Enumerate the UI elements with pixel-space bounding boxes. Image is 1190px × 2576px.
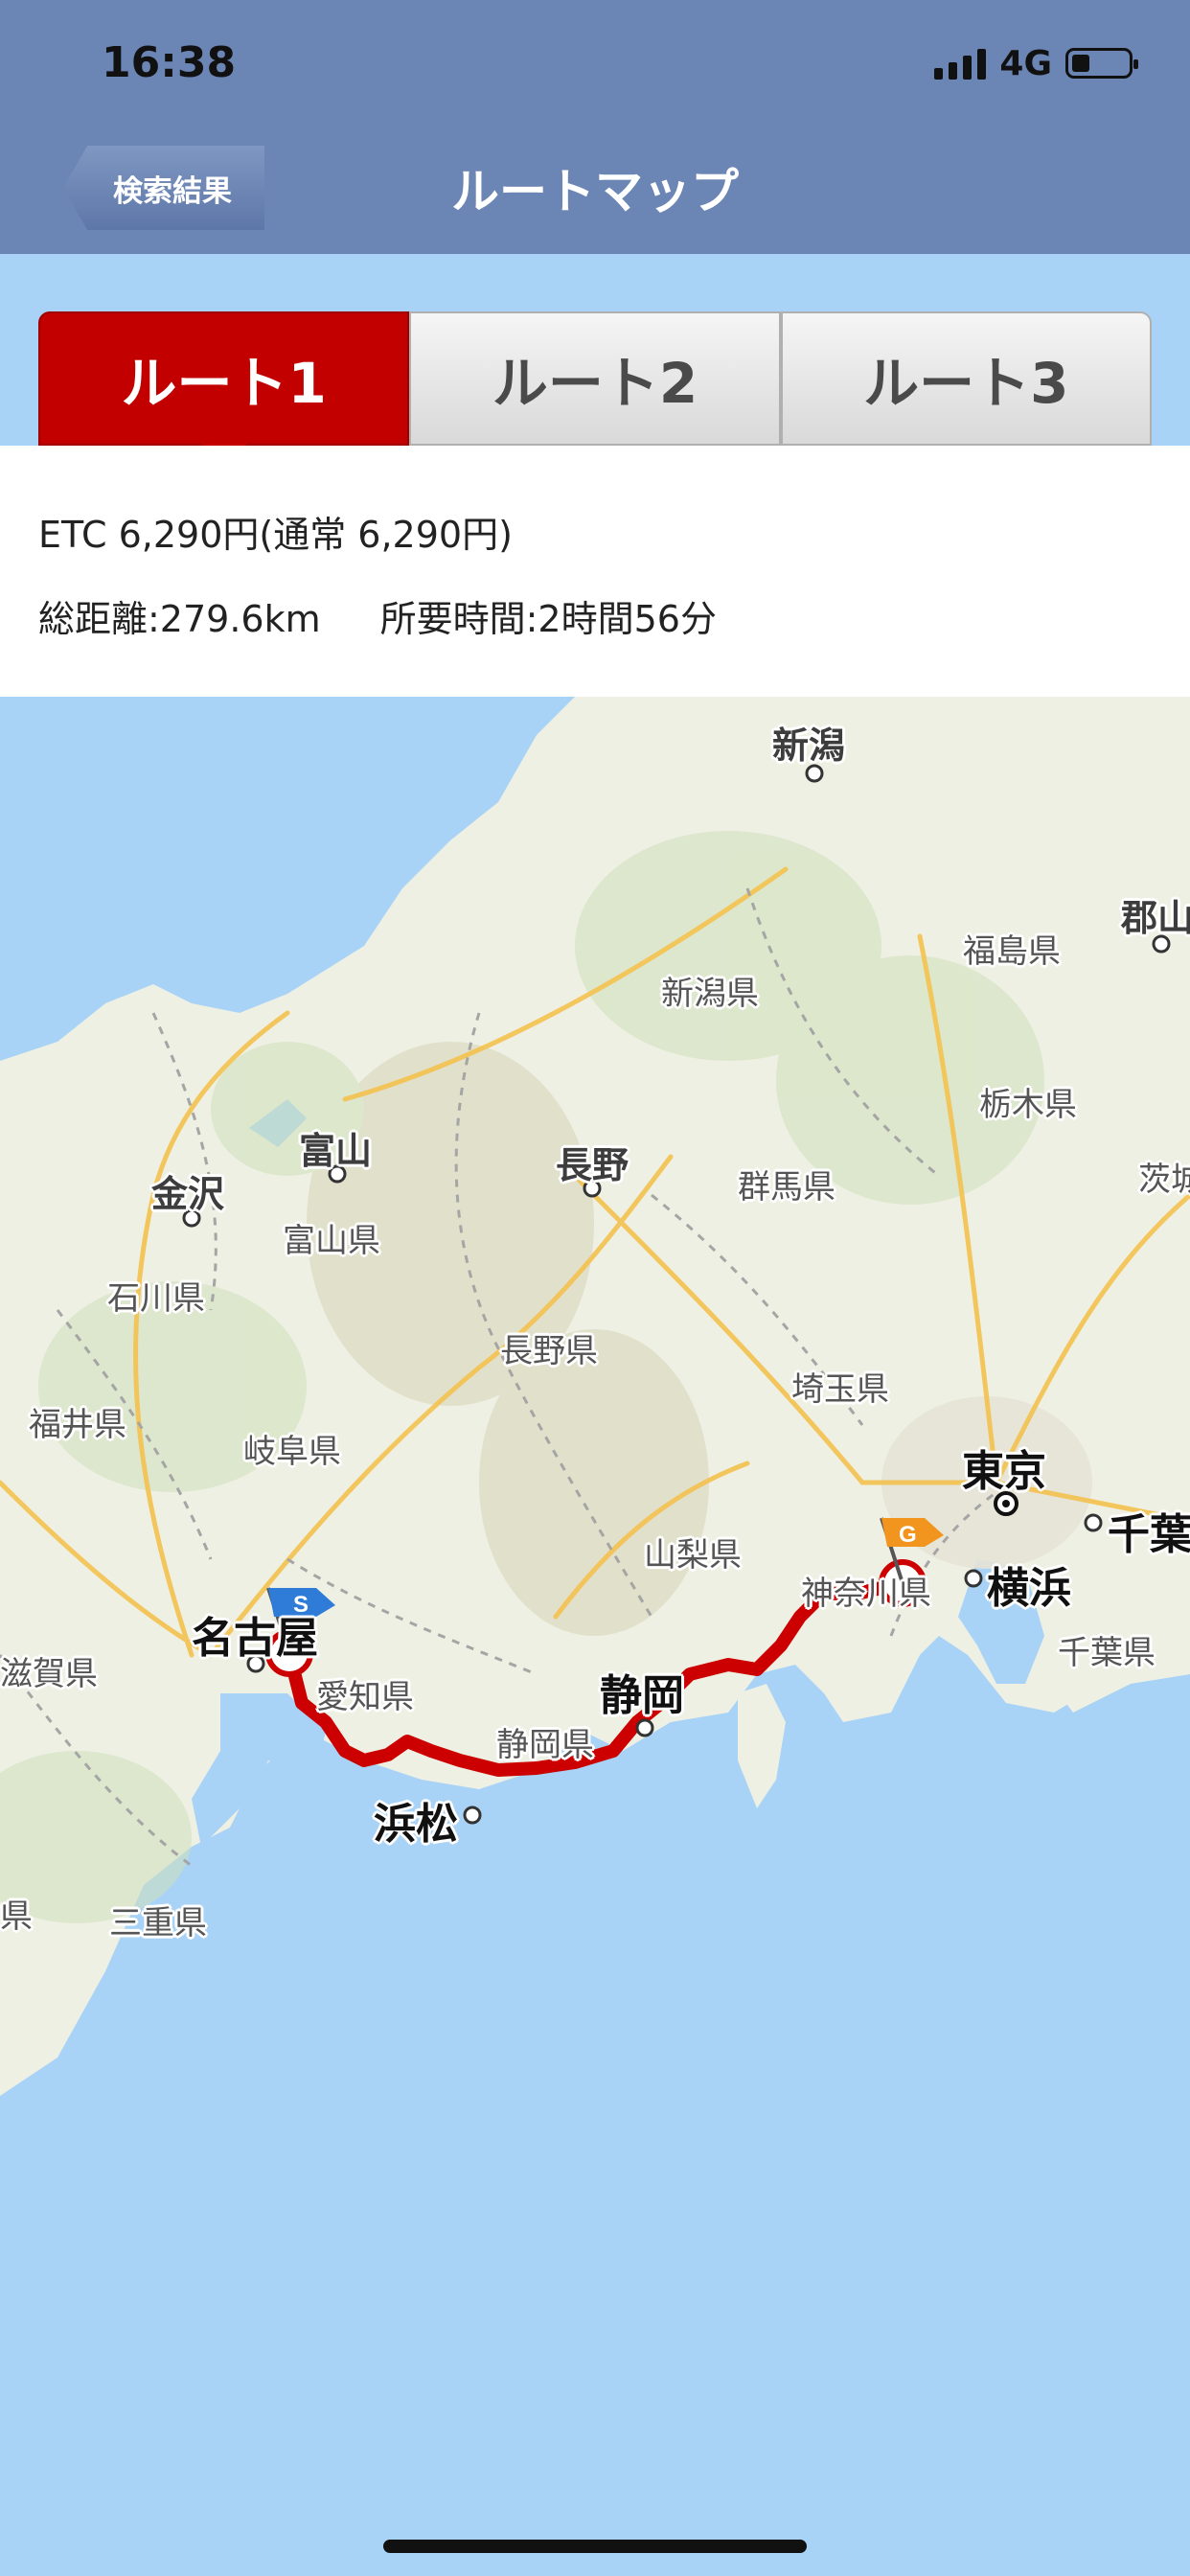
page-title: ルートマップ <box>451 164 739 219</box>
map-label-shiga-ken: 滋賀県 <box>0 1655 98 1693</box>
map-label-shizuoka-ken: 静岡県 <box>496 1726 594 1764</box>
map-label-fukui-ken: 福井県 <box>29 1406 126 1444</box>
status-indicators: 4G <box>934 42 1138 84</box>
map-label-shizuoka: 静岡 <box>600 1671 684 1720</box>
map-label-toyama: 富山 <box>299 1130 373 1172</box>
route-map[interactable]: S G 新潟 郡山 福島県 新潟県 栃木県 富山 長野 群馬県 茨城 金沢 富山… <box>0 697 1190 2576</box>
map-label-nagano: 長野 <box>556 1144 629 1186</box>
map-label-hamamatsu: 浜松 <box>374 1800 458 1849</box>
route-tabs: ルート1 ルート2 ルート3 <box>38 311 1152 446</box>
network-type: 4G <box>999 43 1052 83</box>
map-label-toyama-ken: 富山県 <box>283 1222 380 1260</box>
map-label-ken-left: 県 <box>0 1898 33 1936</box>
map-label-niigata-ken: 新潟県 <box>661 975 759 1013</box>
tab-route-3[interactable]: ルート3 <box>780 311 1152 446</box>
duration-text: 所要時間:2時間56分 <box>379 598 717 640</box>
map-label-nagano-ken: 長野県 <box>500 1332 598 1370</box>
map-label-chiba: 千葉 <box>1108 1510 1190 1559</box>
route-summary: ETC 6,290円(通常 6,290円) 総距離:279.6km 所要時間:2時… <box>0 446 1190 697</box>
map-label-nagoya: 名古屋 <box>192 1614 318 1663</box>
map-label-aichi-ken: 愛知県 <box>316 1678 414 1716</box>
status-time: 16:38 <box>102 38 237 87</box>
distance-duration: 総距離:279.6km 所要時間:2時間56分 <box>38 589 717 642</box>
map-label-mie-ken: 三重県 <box>109 1904 207 1943</box>
navigation-bar: 16:38 4G 検索結果 ルートマップ <box>0 0 1190 254</box>
tab-route-1[interactable]: ルート1 <box>38 311 410 446</box>
map-label-chiba-ken: 千葉県 <box>1058 1634 1156 1672</box>
home-indicator[interactable] <box>383 2540 807 2553</box>
goal-marker-label: G <box>899 1522 917 1548</box>
map-label-tokyo: 東京 <box>962 1447 1046 1496</box>
map-label-ibaraki: 茨城 <box>1138 1161 1190 1199</box>
map-label-yamanashi-ken: 山梨県 <box>644 1536 742 1575</box>
fare-text: ETC 6,290円(通常 6,290円) <box>38 514 513 556</box>
map-label-koriyama: 郡山 <box>1121 897 1190 939</box>
map-label-kanazawa: 金沢 <box>151 1173 225 1215</box>
map-label-gifu-ken: 岐阜県 <box>243 1433 341 1471</box>
map-label-yokohama: 横浜 <box>987 1564 1071 1613</box>
map-label-niigata: 新潟 <box>772 724 846 767</box>
map-label-ishikawa-ken: 石川県 <box>107 1279 205 1318</box>
distance-text: 総距離:279.6km <box>38 598 321 640</box>
signal-icon <box>934 47 987 80</box>
map-canvas: S G <box>0 697 1190 2096</box>
route-tabs-area: ルート1 ルート2 ルート3 <box>0 254 1190 446</box>
map-label-gunma-ken: 群馬県 <box>738 1168 835 1207</box>
map-label-fukushima-ken: 福島県 <box>963 932 1061 971</box>
tab-route-2[interactable]: ルート2 <box>409 311 781 446</box>
map-label-saitama-ken: 埼玉県 <box>791 1370 889 1409</box>
map-label-tochigi-ken: 栃木県 <box>979 1086 1077 1124</box>
map-label-kanagawa-ken: 神奈川県 <box>801 1575 931 1613</box>
battery-icon <box>1065 48 1138 79</box>
izu-peninsula <box>738 1684 786 1808</box>
